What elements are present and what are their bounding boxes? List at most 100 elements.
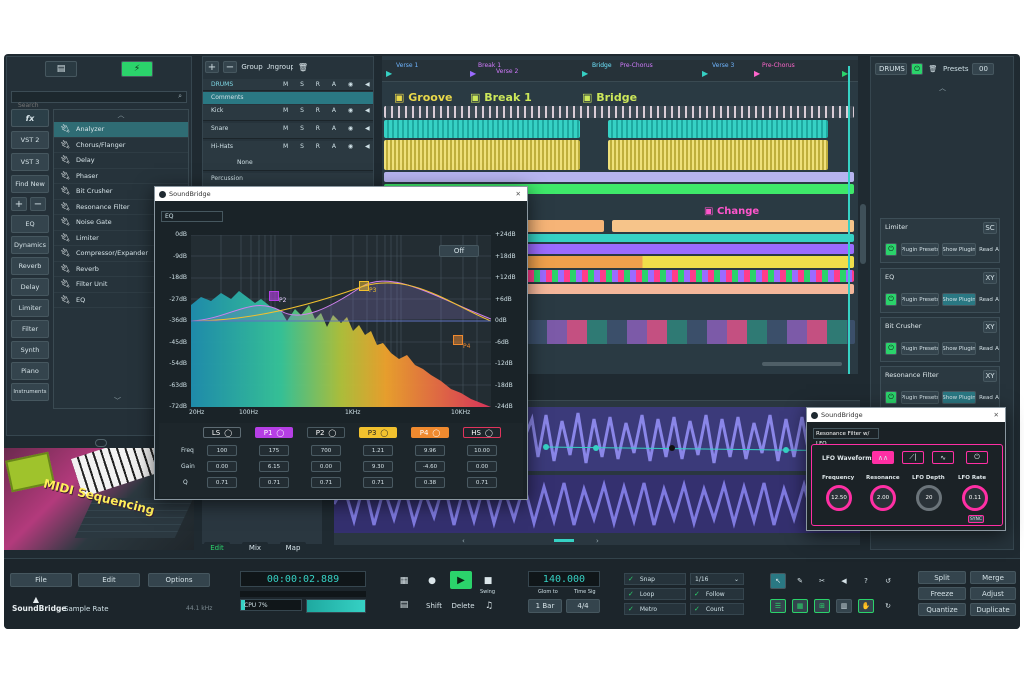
audio-clip-yellow-2[interactable] (608, 140, 828, 170)
read-button[interactable]: Read (979, 342, 993, 355)
automation-button[interactable]: A (995, 293, 999, 306)
waveform-saw-button[interactable]: ⟋| (902, 451, 924, 464)
category-find-new[interactable]: Find New (11, 175, 49, 193)
plugin-presets-button[interactable]: Plugin Presets (901, 243, 939, 256)
read-button[interactable]: Read (979, 293, 993, 306)
band-q-field[interactable]: 0.71 (363, 477, 393, 488)
audio-clip-teal-2[interactable] (608, 120, 828, 138)
category-vst2[interactable]: VST 2 (11, 131, 49, 149)
add-category-button[interactable]: + (11, 197, 27, 211)
delete-fx-button[interactable]: 🗑︎ (927, 63, 939, 75)
sc-xy-button[interactable]: SC (983, 222, 997, 234)
power-toggle[interactable]: ⏻ (911, 63, 923, 75)
sync-button[interactable]: SYNC (968, 515, 984, 523)
play-button[interactable]: ▶ (450, 571, 472, 589)
band-gain-field[interactable]: 0.00 (467, 461, 497, 472)
lfo-power-button[interactable]: ⏻ (966, 451, 988, 464)
time-signature-button[interactable]: 4/4 (566, 599, 600, 613)
slot-power-toggle[interactable]: ⏻ (885, 293, 897, 306)
video-thumbnail-strip[interactable] (527, 320, 855, 344)
category-dynamics[interactable]: Dynamics (11, 236, 49, 254)
show-plugin-button[interactable]: Show Plugin (942, 342, 976, 355)
scroll-up-icon[interactable]: ︿ (54, 110, 188, 122)
slot-power-toggle[interactable]: ⏻ (885, 243, 897, 256)
band-freq-field[interactable]: 1.21 (363, 445, 393, 456)
redo-button[interactable]: ↻ (880, 599, 896, 613)
band-gain-field[interactable]: 9.30 (363, 461, 393, 472)
section-change[interactable]: ▣ Change (704, 206, 759, 217)
fx-slot-3[interactable]: Bit Crusher XY ⏻ Plugin Presets Show Plugin R… (880, 317, 1000, 362)
band-freq-field[interactable]: 175 (259, 445, 289, 456)
fx-slot-1[interactable]: Limiter SC ⏻ Plugin Presets Show Plugin Read A (880, 218, 1000, 263)
plugin-toggle-button[interactable]: ⚡ (121, 61, 153, 77)
close-icon[interactable]: ✕ (994, 411, 999, 419)
follow-toggle[interactable]: ✓ Follow (690, 588, 744, 600)
plugin-item-analyzer[interactable]: 🔌︎ Analyzer (54, 122, 188, 138)
plugin-item-delay[interactable]: 🔌︎ Delay (54, 153, 188, 169)
tab-mix[interactable]: Mix (242, 542, 268, 553)
band-header-hs[interactable]: HS ◯ (463, 427, 501, 438)
band-header-p2[interactable]: P2 ◯ (307, 427, 345, 438)
fx-slot-2[interactable]: EQ XY ⏻ Plugin Presets Show Plugin Read A (880, 268, 1000, 313)
band-freq-field[interactable]: 10.00 (467, 445, 497, 456)
track-buttons[interactable]: M S R A ◉ ◀ (283, 107, 375, 114)
track-buttons[interactable]: M S R A ◉ ◀ (283, 125, 375, 132)
record-mode-icon[interactable]: ▦ (396, 573, 412, 589)
band-gain-field[interactable]: 0.00 (207, 461, 237, 472)
track-row-snare[interactable]: Snare M S R A ◉ ◀ (203, 123, 373, 139)
plugin-item-chorus[interactable]: 🔌︎ Chorus/Flanger (54, 138, 188, 153)
track-name-field[interactable]: DRUMS (875, 63, 907, 75)
pencil-tool[interactable]: ✎ (792, 573, 808, 589)
tab-map[interactable]: Map (280, 542, 306, 553)
band-gain-field[interactable]: 6.15 (259, 461, 289, 472)
eq-point-p4[interactable] (453, 335, 463, 345)
category-limiter[interactable]: Limiter (11, 299, 49, 317)
plugin-presets-button[interactable]: Plugin Presets (901, 293, 939, 306)
stop-button[interactable]: ■ (480, 573, 496, 589)
audio-clip-orange-2[interactable] (612, 220, 854, 232)
view-button-4[interactable]: ▥ (836, 599, 852, 613)
band-q-field[interactable]: 0.71 (311, 477, 341, 488)
band-q-field[interactable]: 0.71 (259, 477, 289, 488)
band-freq-field[interactable]: 700 (311, 445, 341, 456)
horizontal-zoom-slider[interactable] (762, 362, 842, 366)
wave-scroll-right-icon[interactable]: › (596, 537, 599, 545)
track-buttons[interactable]: M S R A ◉ ◀ (283, 143, 375, 150)
wave-scroll-left-icon[interactable]: ‹ (462, 537, 465, 545)
ungroup-button[interactable]: Ungroup (267, 61, 293, 73)
knob-lfo-depth[interactable]: 20 (916, 485, 942, 511)
category-instruments[interactable]: Instruments (11, 383, 49, 401)
playhead[interactable] (848, 66, 850, 374)
midi-clip-row-1[interactable] (384, 106, 854, 118)
eq-point-p2[interactable] (269, 291, 279, 301)
duplicate-button[interactable]: Duplicate (970, 603, 1016, 616)
section-break-1[interactable]: ▣ Break 1 (470, 91, 532, 104)
speaker-tool[interactable]: ◀ (836, 573, 852, 589)
loop-record-icon[interactable]: ▤ (396, 597, 412, 613)
category-synth[interactable]: Synth (11, 341, 49, 359)
marker-pre-chorus-2[interactable]: Pre-Chorus (762, 62, 795, 69)
eq-point-p3[interactable] (359, 281, 369, 291)
automation-button[interactable]: A (995, 342, 999, 355)
bars-button[interactable]: 1 Bar (528, 599, 562, 613)
scroll-down-icon[interactable]: ﹀ (114, 396, 121, 406)
close-icon[interactable]: ✕ (516, 190, 521, 198)
tab-fx[interactable]: fx (11, 109, 49, 127)
view-button-3[interactable]: ⊞ (814, 599, 830, 613)
sc-xy-button[interactable]: XY (983, 370, 997, 382)
audio-clip-lavender[interactable] (384, 172, 854, 182)
category-reverb[interactable]: Reverb (11, 257, 49, 275)
band-header-ls[interactable]: LS ◯ (203, 427, 241, 438)
band-header-p1[interactable]: P1 ◯ (255, 427, 293, 438)
help-button[interactable]: ? (858, 573, 874, 589)
remove-track-button[interactable]: − (223, 61, 237, 73)
band-freq-field[interactable]: 100 (207, 445, 237, 456)
audio-clip-teal-1[interactable] (384, 120, 580, 138)
waveform-triangle-button[interactable]: ∧∧ (872, 451, 894, 464)
swing-note-icon[interactable]: ♫ (482, 599, 496, 613)
options-menu-button[interactable]: Options (148, 573, 210, 587)
wave-scrollbar[interactable] (554, 539, 574, 542)
tempo-display[interactable]: 140.000 (528, 571, 600, 587)
scroll-up-icon[interactable]: ︿ (939, 83, 946, 93)
lfo-window-titlebar[interactable]: SoundBridge ✕ (807, 408, 1005, 422)
